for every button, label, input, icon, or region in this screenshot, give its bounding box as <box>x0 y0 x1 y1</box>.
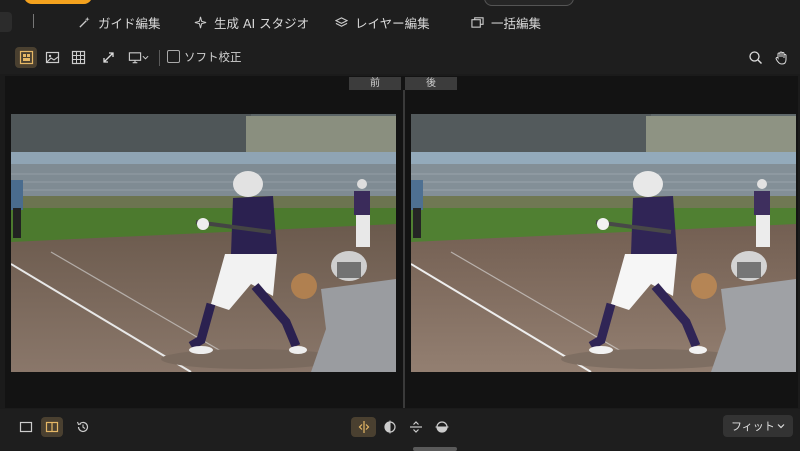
panel-resize-handle[interactable] <box>413 447 457 451</box>
tab-label: 一括編集 <box>491 15 542 31</box>
grid-view-button[interactable] <box>15 47 37 68</box>
layers-icon <box>335 16 348 27</box>
display-menu-button[interactable] <box>124 47 152 68</box>
hand-icon <box>775 51 786 65</box>
view-toolbar: ソフト校正 <box>0 42 800 74</box>
tab-divider <box>33 14 34 28</box>
soft-proof-checkbox[interactable] <box>167 50 180 63</box>
tab-layer-edit[interactable]: レイヤー編集 <box>335 13 430 31</box>
image-icon <box>45 51 59 64</box>
tab-guided-edit[interactable]: ガイド編集 <box>78 13 161 31</box>
soft-proof-label: ソフト校正 <box>184 50 242 64</box>
tab-batch-edit[interactable]: 一括編集 <box>471 13 541 31</box>
bottom-toolbar: フィット <box>0 409 800 451</box>
compare-canvas: 前 後 <box>5 76 798 408</box>
split-view-icon <box>45 421 59 433</box>
split-compare-icon <box>358 421 369 433</box>
before-photo <box>11 114 396 372</box>
compare-overlay-button[interactable] <box>379 417 401 437</box>
split-view-button[interactable] <box>41 417 63 437</box>
wand-icon <box>79 16 90 28</box>
chevron-down-icon <box>777 424 785 429</box>
half-circle-horizontal-icon <box>435 421 449 433</box>
compare-split-divider[interactable] <box>403 90 405 408</box>
single-view-icon <box>19 421 33 433</box>
zoom-fit-label: フィット <box>731 420 775 433</box>
sparkle-icon <box>194 16 207 28</box>
split-vertical-icon <box>410 421 422 433</box>
table-grid-icon <box>71 50 85 65</box>
compare-horizontal-overlay-button[interactable] <box>431 417 453 437</box>
fullscreen-button[interactable] <box>97 47 119 68</box>
sidebar-toggle[interactable] <box>0 12 12 32</box>
baseball-photo-after <box>411 114 796 372</box>
after-photo <box>411 114 796 372</box>
history-icon <box>76 421 89 433</box>
search-icon <box>748 51 762 64</box>
zoom-fit-select[interactable]: フィット <box>723 415 793 437</box>
primary-action-button[interactable] <box>24 0 92 4</box>
table-grid-button[interactable] <box>67 47 89 68</box>
history-button[interactable] <box>72 417 94 437</box>
zoom-button[interactable] <box>744 47 766 68</box>
expand-icon <box>102 52 114 63</box>
single-view-button[interactable] <box>15 417 37 437</box>
baseball-photo-before <box>11 114 396 372</box>
before-caption: 前 <box>349 77 401 90</box>
compare-side-by-side-button[interactable] <box>351 417 376 437</box>
tab-label: 生成 AI スタジオ <box>214 15 310 31</box>
after-caption: 後 <box>405 77 457 90</box>
pan-button[interactable] <box>770 47 792 68</box>
half-circle-icon <box>384 420 396 434</box>
top-navigation-bar: ガイド編集 生成 AI スタジオ レイヤー編集 一括編集 <box>0 0 800 42</box>
compare-vertical-button[interactable] <box>405 417 427 437</box>
tab-label: レイヤー編集 <box>355 15 430 31</box>
tab-gen-ai-studio[interactable]: 生成 AI スタジオ <box>194 13 309 31</box>
grid-view-icon <box>19 50 33 65</box>
chevron-down-icon <box>142 55 148 60</box>
top-pill-button[interactable] <box>484 0 574 6</box>
tab-label: ガイド編集 <box>98 15 161 31</box>
window-controls-icon[interactable] <box>584 0 624 2</box>
toolbar-divider <box>159 50 160 66</box>
batch-icon <box>471 16 484 28</box>
monitor-icon <box>128 52 141 64</box>
single-image-button[interactable] <box>41 47 63 68</box>
